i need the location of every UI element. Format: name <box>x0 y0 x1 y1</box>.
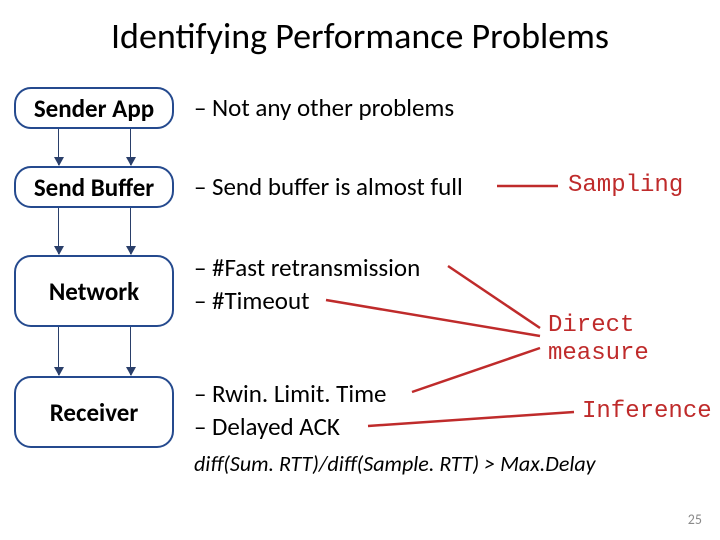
bullet-rwin: –Rwin. Limit. Time <box>194 378 387 409</box>
label-direct-l2: measure <box>548 340 649 367</box>
box-send-buffer: Send Buffer <box>14 166 174 208</box>
bullet-timeout: –#Timeout <box>194 285 309 316</box>
bullet-fast-retx: –#Fast retransmission <box>194 252 420 283</box>
label-direct-l1: Direct <box>548 312 634 339</box>
slide-title: Identifying Performance Problems <box>0 14 720 58</box>
page-number: 25 <box>688 511 702 528</box>
box-network: Network <box>14 255 174 327</box>
arrow-down-icon <box>130 208 131 254</box>
label-sampling: Sampling <box>568 172 683 199</box>
arrow-down-icon <box>58 129 59 165</box>
bullet-text: Rwin. Limit. Time <box>212 378 387 409</box>
bullet-not-any: –Not any other problems <box>194 92 454 123</box>
bullet-buffer-full: –Send buffer is almost full <box>194 171 463 202</box>
bullet-text: #Fast retransmission <box>212 252 420 283</box>
arrow-down-icon <box>58 327 59 375</box>
bullet-text: Not any other problems <box>212 92 454 123</box>
bullet-delayed-ack: –Delayed ACK <box>194 411 340 442</box>
arrow-down-icon <box>130 129 131 165</box>
bullet-text: Send buffer is almost full <box>212 171 463 202</box>
label-inference: Inference <box>582 398 712 425</box>
box-sender-app: Sender App <box>14 87 174 129</box>
arrow-down-icon <box>130 327 131 375</box>
bullet-text: Delayed ACK <box>212 411 340 442</box>
box-receiver: Receiver <box>14 376 174 448</box>
arrow-down-icon <box>58 208 59 254</box>
formula-text: diff(Sum. RTT)/diff(Sample. RTT) > Max.D… <box>194 450 596 477</box>
bullet-text: #Timeout <box>212 285 309 316</box>
